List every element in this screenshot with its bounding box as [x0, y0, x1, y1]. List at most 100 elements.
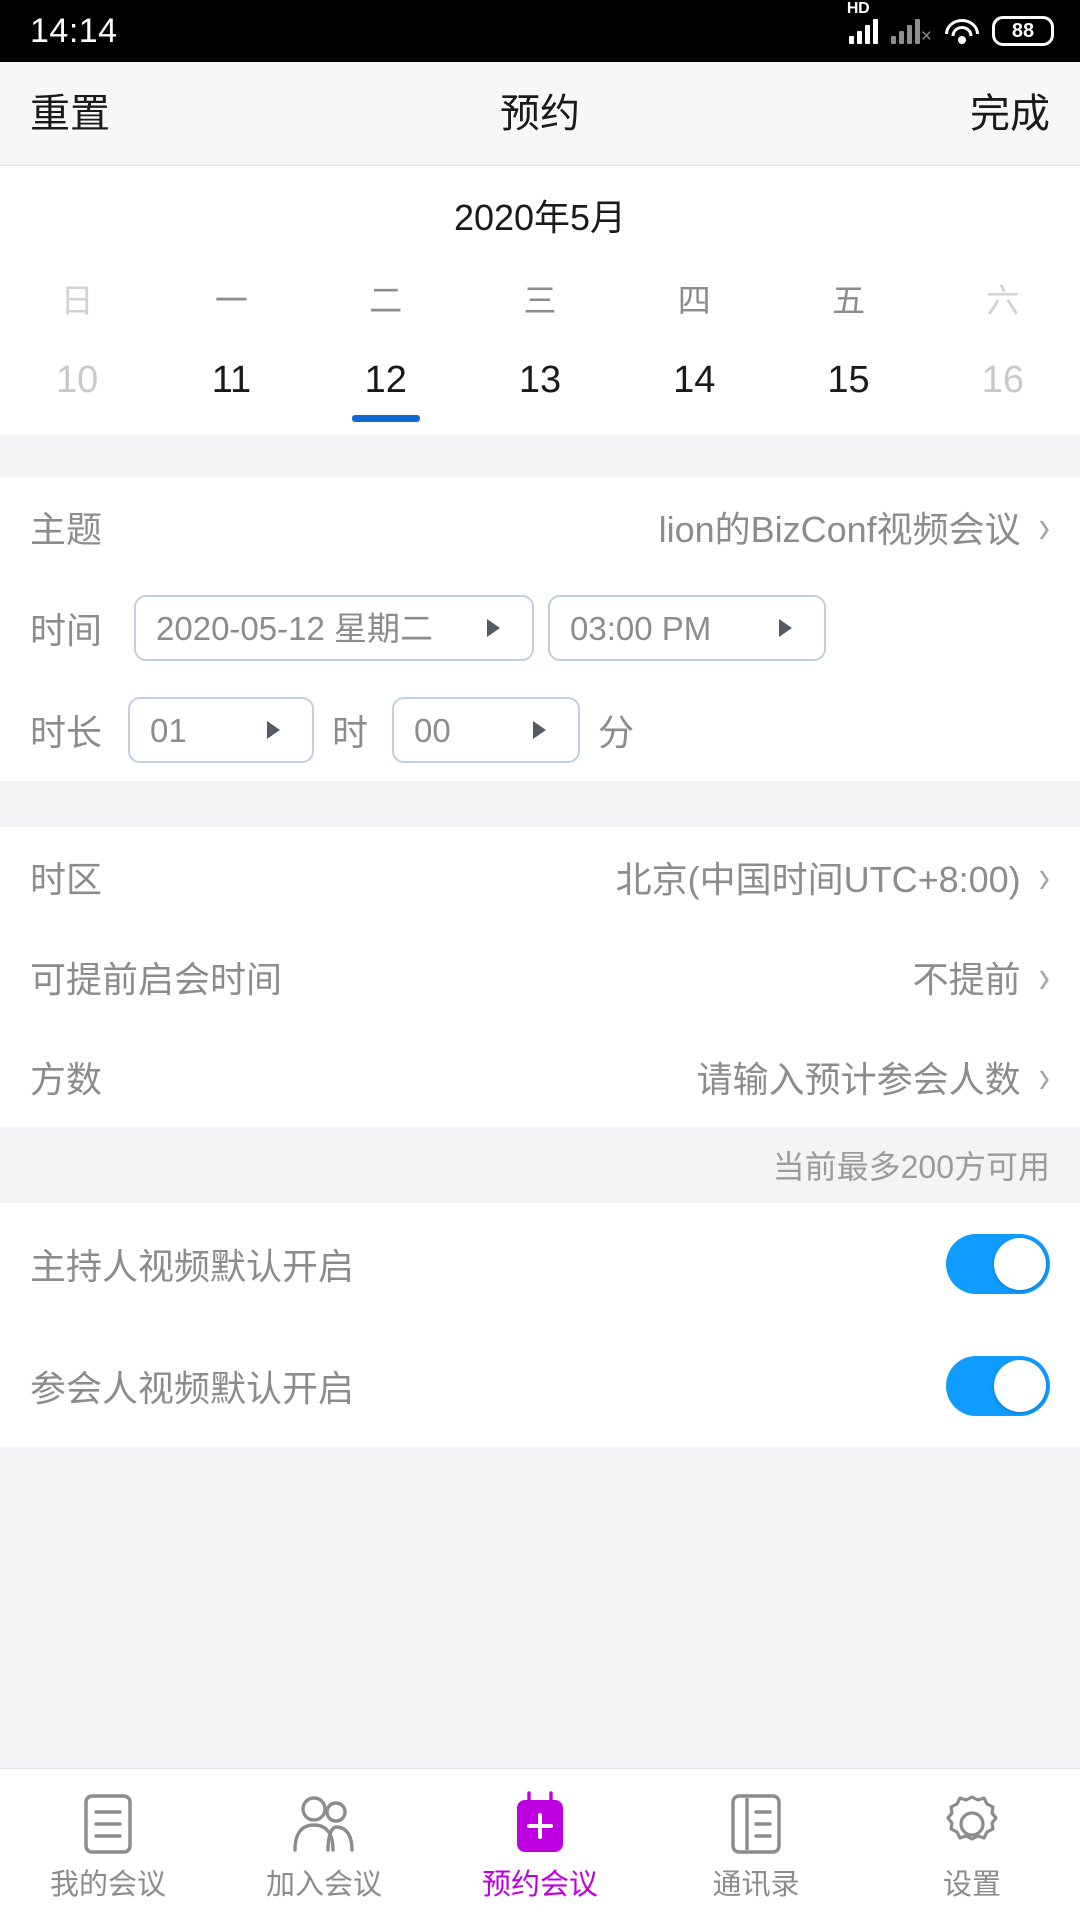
tab-settings[interactable]: 设置 — [864, 1769, 1080, 1920]
duration-hours-select[interactable]: 01 — [128, 697, 315, 763]
meeting-basic-section: 主题 lion的BizConf视频会议 › 时间 2020-05-12 星期二 … — [0, 477, 1080, 781]
calendar-weekday: 二 — [309, 284, 463, 361]
weekday-label: 三 — [523, 282, 557, 319]
battery-level: 88 — [1011, 20, 1035, 42]
chevron-right-icon: › — [1038, 1051, 1050, 1103]
tab-my-meetings[interactable]: 我的会议 — [0, 1769, 216, 1920]
weekday-label: 五 — [832, 282, 866, 319]
signal-no-service-icon: × — [890, 18, 932, 46]
duration-row: 时长 01 时 00 分 — [0, 679, 1080, 781]
toggle-knob — [994, 1238, 1046, 1290]
duration-minutes-select[interactable]: 00 — [392, 697, 581, 763]
nav-bar: 重置 预约 完成 — [0, 62, 1080, 166]
party-count-row[interactable]: 方数 请输入预计参会人数 › — [0, 1027, 1080, 1127]
weekday-label: 四 — [677, 282, 711, 319]
calendar-day-15[interactable]: 15 — [771, 361, 925, 435]
contacts-book-icon — [727, 1789, 785, 1859]
topic-row[interactable]: 主题 lion的BizConf视频会议 › — [0, 477, 1080, 577]
capacity-hint: 当前最多200方可用 — [0, 1127, 1080, 1203]
chevron-right-icon: › — [1038, 501, 1050, 553]
wifi-icon — [945, 18, 979, 44]
timezone-value: 北京(中国时间UTC+8:00) — [615, 859, 1021, 900]
calendar-weekday: 四 — [617, 284, 771, 361]
tab-label: 通讯录 — [712, 1869, 800, 1901]
day-label: 16 — [981, 359, 1024, 401]
caret-right-icon — [779, 619, 808, 637]
minutes-unit-label: 分 — [598, 712, 635, 753]
section-divider — [0, 781, 1080, 827]
host-video-toggle[interactable] — [946, 1234, 1050, 1294]
day-label: 10 — [56, 359, 99, 401]
caret-right-icon — [487, 619, 516, 637]
done-button[interactable]: 完成 — [970, 94, 1050, 134]
time-row: 时间 2020-05-12 星期二 03:00 PM — [0, 577, 1080, 679]
timezone-row[interactable]: 时区 北京(中国时间UTC+8:00) › — [0, 827, 1080, 927]
participant-video-toggle[interactable] — [946, 1356, 1050, 1416]
participant-video-row[interactable]: 参会人视频默认开启 — [0, 1325, 1080, 1447]
calendar-day-16[interactable]: 16 — [926, 361, 1080, 435]
party-count-label: 方数 — [30, 1059, 103, 1100]
host-video-row[interactable]: 主持人视频默认开启 — [0, 1203, 1080, 1325]
duration-hours-value: 01 — [150, 711, 187, 749]
calendar-day-14[interactable]: 14 — [617, 361, 771, 435]
signal-hd-icon: HD — [847, 1, 878, 44]
calendar-day-row: 10 11 12 13 14 15 16 — [0, 361, 1080, 435]
page-filler — [0, 1447, 1080, 1768]
tab-label: 设置 — [942, 1869, 1001, 1901]
calendar-weekday: 日 — [0, 284, 154, 361]
calendar-weekday-row: 日 一 二 三 四 五 六 — [0, 284, 1080, 361]
weekday-label: 日 — [60, 282, 94, 319]
early-start-value: 不提前 — [912, 959, 1021, 1000]
toggle-knob — [994, 1360, 1046, 1412]
topic-label: 主题 — [30, 509, 103, 550]
time-select[interactable]: 03:00 PM — [548, 595, 827, 661]
reset-button[interactable]: 重置 — [30, 94, 110, 134]
weekday-label: 二 — [369, 282, 403, 319]
caret-right-icon — [533, 721, 562, 739]
calendar-strip: 2020年5月 日 一 二 三 四 五 六 10 11 12 13 14 15 … — [0, 166, 1080, 435]
time-value: 03:00 PM — [570, 609, 712, 647]
calendar-weekday: 五 — [771, 284, 925, 361]
participant-video-label: 参会人视频默认开启 — [30, 1368, 355, 1409]
tab-label: 加入会议 — [265, 1869, 382, 1901]
calendar-weekday: 一 — [154, 284, 308, 361]
timezone-label: 时区 — [30, 859, 103, 900]
day-label: 14 — [673, 359, 716, 401]
early-start-row[interactable]: 可提前启会时间 不提前 › — [0, 927, 1080, 1027]
chevron-right-icon: › — [1038, 851, 1050, 903]
gear-icon — [939, 1789, 1005, 1859]
date-select[interactable]: 2020-05-12 星期二 — [134, 595, 535, 661]
status-icons: HD × 88 — [847, 1, 1054, 46]
time-label: 时间 — [30, 610, 103, 651]
date-value: 2020-05-12 星期二 — [156, 609, 433, 647]
day-label: 12 — [364, 359, 407, 401]
calendar-month-label: 2020年5月 — [453, 197, 627, 238]
tab-schedule-meeting[interactable]: 预约会议 — [432, 1769, 648, 1920]
host-video-label: 主持人视频默认开启 — [30, 1246, 355, 1287]
calendar-day-11[interactable]: 11 — [154, 361, 308, 435]
calendar-day-13[interactable]: 13 — [463, 361, 617, 435]
party-count-placeholder: 请输入预计参会人数 — [696, 1059, 1021, 1100]
calendar-day-10[interactable]: 10 — [0, 361, 154, 435]
early-start-label: 可提前启会时间 — [30, 959, 283, 1000]
day-label: 15 — [827, 359, 870, 401]
video-toggles-section: 主持人视频默认开启 参会人视频默认开启 — [0, 1203, 1080, 1447]
page-title: 预约 — [500, 91, 580, 136]
calendar-weekday: 六 — [926, 284, 1080, 361]
selected-day-underline — [351, 415, 420, 422]
tab-join-meeting[interactable]: 加入会议 — [216, 1769, 432, 1920]
meeting-options-section: 时区 北京(中国时间UTC+8:00) › 可提前启会时间 不提前 › 方数 请… — [0, 827, 1080, 1127]
people-icon — [290, 1789, 358, 1859]
duration-label: 时长 — [30, 712, 103, 753]
hours-unit-label: 时 — [332, 712, 369, 753]
battery-icon: 88 — [992, 16, 1054, 46]
chevron-right-icon: › — [1038, 951, 1050, 1003]
calendar-weekday: 三 — [463, 284, 617, 361]
document-list-icon — [80, 1789, 136, 1859]
duration-minutes-value: 00 — [414, 711, 451, 749]
calendar-day-12-selected[interactable]: 12 — [309, 361, 463, 435]
tab-contacts[interactable]: 通讯录 — [648, 1769, 864, 1920]
weekday-label: 一 — [214, 282, 248, 319]
status-time: 14:14 — [30, 12, 118, 50]
day-label: 13 — [518, 359, 562, 401]
